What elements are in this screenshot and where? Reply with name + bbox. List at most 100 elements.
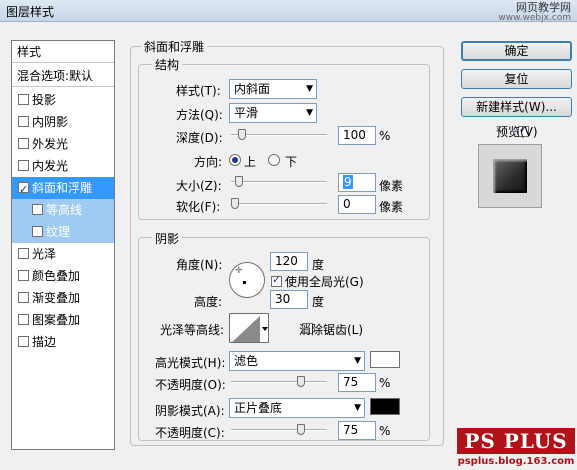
style-item-texture[interactable]: 纹理	[12, 221, 114, 243]
new-style-button[interactable]: 新建样式(W)...	[461, 97, 572, 117]
crosshair-icon: ✛	[235, 266, 243, 276]
ps-plus-logo: PS PLUS psplus.blog.163.com	[457, 428, 575, 468]
style-item-bevel-emboss[interactable]: 斜面和浮雕	[12, 177, 114, 201]
highlight-color-swatch[interactable]	[370, 351, 400, 368]
angle-label: 角度(N):	[176, 258, 223, 272]
size-unit: 像素	[379, 179, 404, 193]
satin-checkbox[interactable]	[18, 248, 29, 259]
technique-dropdown[interactable]: 平滑 ▼	[229, 103, 317, 123]
highlight-opacity-label: 不透明度(O):	[155, 378, 226, 392]
style-dropdown-value: 内斜面	[234, 82, 271, 96]
slider-thumb[interactable]	[297, 424, 305, 435]
style-list: 样式 混合选项:默认 投影 内阴影 外发光 内发光 斜面和浮雕 等高线 纹理 光…	[11, 40, 115, 450]
gloss-contour-picker[interactable]	[229, 313, 269, 343]
shadow-opacity-slider[interactable]	[231, 424, 327, 435]
size-slider[interactable]	[231, 176, 327, 187]
altitude-input[interactable]: 30	[270, 290, 308, 309]
style-item-inner-glow[interactable]: 内发光	[12, 155, 114, 177]
logo-subtext: psplus.blog.163.com	[457, 456, 575, 467]
slider-thumb[interactable]	[238, 129, 246, 140]
style-item-outer-glow[interactable]: 外发光	[12, 133, 114, 155]
preview-label: 预览(V)	[496, 125, 538, 139]
technique-label: 方法(Q):	[176, 108, 223, 122]
style-item-stroke[interactable]: 描边	[12, 331, 114, 353]
soften-unit: 像素	[379, 200, 404, 214]
highlight-mode-value: 滤色	[234, 354, 259, 368]
shadow-mode-label: 阴影模式(A):	[155, 404, 225, 418]
outer-glow-checkbox[interactable]	[18, 138, 29, 149]
depth-label: 深度(D):	[176, 131, 223, 145]
style-dropdown[interactable]: 内斜面 ▼	[229, 79, 317, 99]
slider-thumb[interactable]	[235, 176, 243, 187]
drop-shadow-checkbox[interactable]	[18, 94, 29, 105]
chevron-down-icon: ▼	[354, 356, 361, 366]
style-item-inner-shadow[interactable]: 内阴影	[12, 111, 114, 133]
angle-dot	[243, 281, 246, 284]
direction-up-radio[interactable]	[229, 154, 241, 166]
soften-input[interactable]: 0	[338, 195, 376, 214]
contour-checkbox[interactable]	[32, 204, 43, 215]
direction-label: 方向:	[194, 155, 223, 169]
shading-title: 阴影	[152, 230, 183, 247]
shadow-opacity-label: 不透明度(C):	[155, 426, 225, 440]
style-item-drop-shadow[interactable]: 投影	[12, 89, 114, 111]
angle-unit: 度	[312, 258, 325, 272]
style-item-label: 斜面和浮雕	[32, 181, 93, 195]
highlight-opacity-slider[interactable]	[231, 376, 327, 387]
style-item-color-overlay[interactable]: 颜色叠加	[12, 265, 114, 287]
size-value: 9	[343, 175, 353, 189]
inner-shadow-checkbox[interactable]	[18, 116, 29, 127]
stroke-checkbox[interactable]	[18, 336, 29, 347]
global-light-checkbox[interactable]	[271, 273, 282, 287]
style-list-header[interactable]: 样式	[12, 41, 114, 63]
angle-input[interactable]: 120	[270, 252, 308, 271]
style-item-gradient-overlay[interactable]: 渐变叠加	[12, 287, 114, 309]
shadow-mode-dropdown[interactable]: 正片叠底 ▼	[229, 398, 365, 418]
inner-glow-checkbox[interactable]	[18, 160, 29, 171]
shadow-color-swatch[interactable]	[370, 398, 400, 415]
soften-slider[interactable]	[231, 198, 327, 209]
style-item-label: 投影	[32, 93, 57, 107]
preview-square	[493, 159, 527, 193]
slider-thumb[interactable]	[231, 198, 239, 209]
color-overlay-checkbox[interactable]	[18, 270, 29, 281]
style-item-label: 内阴影	[32, 115, 69, 129]
watermark-line1: 网页教学网	[516, 1, 571, 14]
bevel-emboss-checkbox[interactable]	[18, 179, 29, 201]
logo-text: PS PLUS	[457, 428, 575, 454]
reset-button[interactable]: 复位	[461, 69, 572, 89]
structure-title: 结构	[152, 56, 183, 73]
style-item-satin[interactable]: 光泽	[12, 243, 114, 265]
blending-options-item[interactable]: 混合选项:默认	[12, 65, 114, 87]
style-item-contour[interactable]: 等高线	[12, 199, 114, 221]
texture-checkbox[interactable]	[32, 226, 43, 237]
angle-dial[interactable]: ✛	[229, 262, 265, 298]
pattern-overlay-checkbox[interactable]	[18, 314, 29, 325]
ok-button[interactable]: 确定	[461, 41, 572, 61]
slider-thumb[interactable]	[297, 376, 305, 387]
highlight-mode-label: 高光模式(H):	[155, 356, 226, 370]
depth-input[interactable]: 100	[338, 126, 376, 145]
slider-track	[231, 381, 327, 383]
soften-label: 软化(F):	[176, 200, 221, 214]
slider-track	[231, 181, 327, 183]
style-item-label: 光泽	[32, 247, 57, 261]
size-input[interactable]: 9	[338, 173, 376, 192]
technique-dropdown-value: 平滑	[234, 106, 259, 120]
style-item-pattern-overlay[interactable]: 图案叠加	[12, 309, 114, 331]
highlight-opacity-input[interactable]: 75	[338, 373, 376, 392]
style-item-label: 内发光	[32, 159, 69, 173]
chevron-down-icon: ▼	[306, 84, 313, 94]
direction-down-radio[interactable]	[268, 154, 280, 166]
anti-aliased-label: 消除锯齿(L)	[299, 323, 364, 337]
shadow-opacity-input[interactable]: 75	[338, 421, 376, 440]
chevron-down-icon: ▼	[354, 403, 361, 413]
preview-thumbnail	[478, 144, 542, 208]
highlight-mode-dropdown[interactable]: 滤色 ▼	[229, 351, 365, 371]
gloss-contour-icon	[232, 314, 268, 342]
gloss-contour-label: 光泽等高线:	[160, 323, 225, 337]
style-item-label: 外发光	[32, 137, 69, 151]
depth-slider[interactable]	[231, 129, 327, 140]
gradient-overlay-checkbox[interactable]	[18, 292, 29, 303]
slider-track	[231, 203, 327, 205]
